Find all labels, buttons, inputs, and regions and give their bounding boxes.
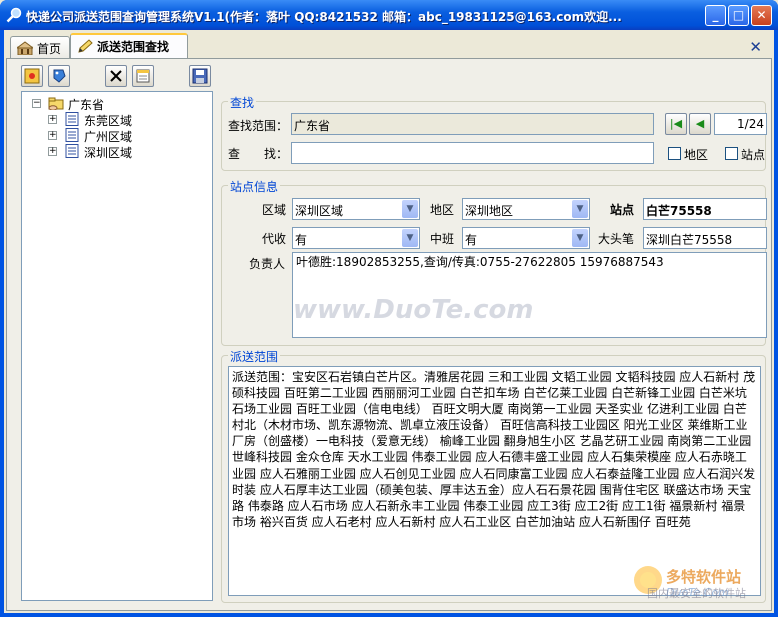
tree-label-dongguan: 东莞区域 <box>84 114 133 128</box>
delete-button[interactable] <box>105 65 127 87</box>
area-select[interactable]: 深圳地区 ▼ <box>462 198 590 220</box>
tree-node-dongguan[interactable]: + 东莞区域 <box>48 112 198 128</box>
watermark-tagline: 国内最安全的软件站 <box>647 587 746 600</box>
area-checkbox-label: 地区 <box>684 148 709 162</box>
area-select-value: 深圳地区 <box>465 204 514 218</box>
station-label: 站点 <box>610 203 635 217</box>
prev-page-button[interactable]: ◀ <box>689 113 711 135</box>
shift-select-value: 有 <box>465 233 478 247</box>
station-info-title: 站点信息 <box>228 178 281 195</box>
close-button[interactable]: ✕ <box>751 5 772 26</box>
save-button[interactable] <box>189 65 211 87</box>
chevron-down-icon[interactable]: ▼ <box>572 229 588 247</box>
title-bar[interactable]: 快递公司派送范围查询管理系统V1.1(作者：落叶 QQ:8421532 邮箱：a… <box>0 0 778 30</box>
region-tree[interactable]: − 广东省 + 东莞区域 + 广州区域 + 深圳区域 <box>21 91 213 601</box>
page-indicator[interactable]: 1/24 <box>714 113 767 135</box>
find-label: 查 找： <box>228 147 289 161</box>
region-select[interactable]: 深圳区域 ▼ <box>292 198 420 220</box>
tab-delivery-search-label: 派送范围查找 <box>97 40 170 54</box>
tree-node-shenzhen[interactable]: + 深圳区域 <box>48 144 198 160</box>
edit-button[interactable] <box>132 65 154 87</box>
shift-select[interactable]: 有 ▼ <box>462 227 590 249</box>
tag-button[interactable] <box>48 65 70 87</box>
watermark-text: www.DuoTe.com <box>293 295 534 325</box>
document-icon <box>65 128 79 142</box>
expand-icon[interactable]: + <box>48 147 57 156</box>
station-checkbox-label: 站点 <box>741 148 766 162</box>
client-area: 首页 派送范围查找 ✕ − 广东省 + 东莞区域 + 广州区域 + 深圳区域 查… <box>4 30 774 613</box>
tab-panel: − 广东省 + 东莞区域 + 广州区域 + 深圳区域 查找 查找范围： 广东省 … <box>6 58 772 611</box>
locate-icon <box>24 68 40 84</box>
tab-home-label: 首页 <box>37 42 62 56</box>
head-label: 大头笔 <box>598 232 635 246</box>
expand-icon[interactable]: + <box>48 115 57 124</box>
document-icon <box>65 144 79 158</box>
find-input[interactable] <box>291 142 654 164</box>
area-checkbox[interactable] <box>668 147 681 160</box>
tab-bar: 首页 派送范围查找 ✕ <box>4 30 774 59</box>
cod-select[interactable]: 有 ▼ <box>292 227 420 249</box>
head-field[interactable]: 深圳白芒75558 <box>643 227 767 249</box>
close-tab-icon[interactable]: ✕ <box>749 38 762 56</box>
station-field[interactable]: 白芒75558 <box>643 198 767 220</box>
chevron-down-icon[interactable]: ▼ <box>402 200 418 218</box>
window-title: 快递公司派送范围查询管理系统V1.1(作者：落叶 QQ:8421532 邮箱：a… <box>26 10 622 24</box>
tab-delivery-search[interactable]: 派送范围查找 <box>70 33 188 59</box>
minimize-button[interactable]: _ <box>705 5 726 26</box>
region-select-value: 深圳区域 <box>295 204 344 218</box>
cod-select-value: 有 <box>295 233 308 247</box>
document-icon <box>65 112 79 126</box>
tree-node-guangdong[interactable]: − 广东省 <box>32 96 202 112</box>
cod-label: 代收 <box>262 232 287 246</box>
manager-label: 负责人 <box>249 257 286 271</box>
app-window: 快递公司派送范围查询管理系统V1.1(作者：落叶 QQ:8421532 邮箱：a… <box>0 0 778 617</box>
watermark-logo-text: 多特软件站 <box>666 568 742 586</box>
collapse-icon[interactable]: − <box>32 99 41 108</box>
tree-label-guangdong: 广东省 <box>68 98 105 112</box>
shift-label: 中班 <box>430 232 455 246</box>
first-page-button[interactable]: |◀ <box>665 113 687 135</box>
locate-button[interactable] <box>21 65 43 87</box>
scope-field[interactable]: 广东省 <box>291 113 654 135</box>
save-icon <box>192 68 208 84</box>
chevron-down-icon[interactable]: ▼ <box>402 229 418 247</box>
tree-label-shenzhen: 深圳区域 <box>84 146 133 160</box>
tab-home[interactable]: 首页 <box>10 36 70 58</box>
station-checkbox[interactable] <box>725 147 738 160</box>
edit-icon <box>136 69 150 83</box>
hand-folder-icon <box>48 97 64 110</box>
home-icon <box>17 41 33 55</box>
tree-node-guangzhou[interactable]: + 广州区域 <box>48 128 198 144</box>
region-label: 区域 <box>262 203 287 217</box>
expand-icon[interactable]: + <box>48 131 57 140</box>
area-label: 地区 <box>430 203 455 217</box>
delivery-scope-title: 派送范围 <box>228 348 281 365</box>
maximize-button[interactable]: □ <box>728 5 749 26</box>
scope-label: 查找范围： <box>228 119 289 133</box>
delivery-scope-textarea[interactable]: 派送范围：宝安区石岩镇白芒片区。清雅居花园 三和工业园 文韬工业园 文韬科技园 … <box>228 366 761 596</box>
search-group-title: 查找 <box>228 94 257 111</box>
chevron-down-icon[interactable]: ▼ <box>572 200 588 218</box>
search-group: 查找 查找范围： 广东省 |◀ ◀ 1/24 查 找： 地区 站点 <box>221 94 767 171</box>
tree-label-guangzhou: 广州区域 <box>84 130 133 144</box>
pencil-icon <box>78 39 93 53</box>
tag-icon <box>53 69 66 83</box>
magnifier-app-icon <box>6 7 22 23</box>
delete-icon <box>110 70 122 82</box>
